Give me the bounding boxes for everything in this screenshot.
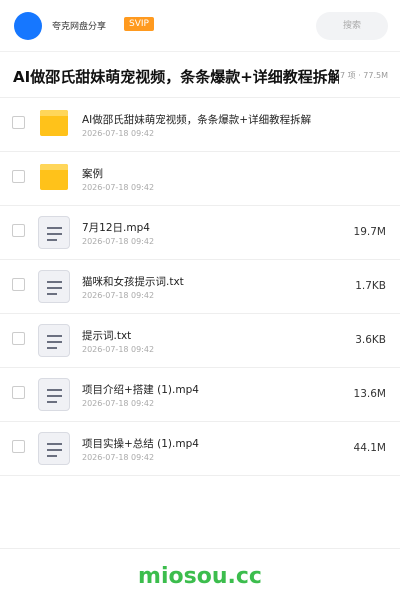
file-name: 猫咪和女孩提示词.txt (82, 276, 184, 288)
page-title: AI做邵氏甜妹萌宠视频，条条爆款+详细教程拆解 (13, 68, 339, 86)
file-date: 2026-07-18 09:42 (82, 291, 155, 300)
footer: miosou.cc (0, 548, 400, 600)
row-checkbox[interactable] (12, 332, 25, 345)
file-date: 2026-07-18 09:42 (82, 399, 155, 408)
row-checkbox[interactable] (12, 278, 25, 291)
document-icon (37, 324, 71, 358)
app-header: 夸克网盘分享 SVIP (0, 0, 400, 52)
file-size: 13.6M (353, 388, 386, 400)
file-date: 2026-07-18 09:42 (82, 129, 155, 138)
folder-icon (37, 162, 71, 196)
document-icon (37, 432, 71, 466)
list-item[interactable]: AI做邵氏甜妹萌宠视频，条条爆款+详细教程拆解 2026-07-18 09:42 (0, 98, 400, 152)
file-size: 3.6KB (355, 334, 386, 346)
row-checkbox[interactable] (12, 386, 25, 399)
list-item[interactable]: 项目介绍+搭建 (1).mp4 2026-07-18 09:42 13.6M (0, 368, 400, 422)
file-date: 2026-07-18 09:42 (82, 183, 155, 192)
list-item[interactable]: 项目实操+总结 (1).mp4 2026-07-18 09:42 44.1M (0, 422, 400, 476)
file-name: 提示词.txt (82, 330, 132, 342)
share-meta: 7 项 · 77.5M (340, 71, 388, 80)
row-checkbox[interactable] (12, 170, 25, 183)
file-size: 19.7M (353, 226, 386, 238)
title-bar: AI做邵氏甜妹萌宠视频，条条爆款+详细教程拆解 7 项 · 77.5M (0, 52, 400, 98)
document-icon (37, 216, 71, 250)
document-icon (37, 270, 71, 304)
document-icon (37, 378, 71, 412)
row-checkbox[interactable] (12, 116, 25, 129)
file-name: AI做邵氏甜妹萌宠视频，条条爆款+详细教程拆解 (82, 114, 312, 126)
file-list: AI做邵氏甜妹萌宠视频，条条爆款+详细教程拆解 2026-07-18 09:42… (0, 98, 400, 476)
file-name: 项目介绍+搭建 (1).mp4 (82, 384, 199, 396)
file-size: 1.7KB (355, 280, 386, 292)
list-item[interactable]: 案例 2026-07-18 09:42 (0, 152, 400, 206)
file-date: 2026-07-18 09:42 (82, 345, 155, 354)
svip-badge: SVIP (124, 17, 154, 31)
list-item[interactable]: 猫咪和女孩提示词.txt 2026-07-18 09:42 1.7KB (0, 260, 400, 314)
list-item[interactable]: 提示词.txt 2026-07-18 09:42 3.6KB (0, 314, 400, 368)
file-name: 案例 (82, 168, 103, 180)
site-watermark: miosou.cc (138, 564, 262, 589)
row-checkbox[interactable] (12, 440, 25, 453)
file-date: 2026-07-18 09:42 (82, 237, 155, 246)
row-checkbox[interactable] (12, 224, 25, 237)
folder-icon (37, 108, 71, 142)
file-name: 项目实操+总结 (1).mp4 (82, 438, 199, 450)
file-size: 44.1M (353, 442, 386, 454)
avatar[interactable] (14, 12, 42, 40)
file-name: 7月12日.mp4 (82, 222, 150, 234)
list-item[interactable]: 7月12日.mp4 2026-07-18 09:42 19.7M (0, 206, 400, 260)
file-date: 2026-07-18 09:42 (82, 453, 155, 462)
search-input[interactable] (316, 12, 388, 40)
sharer-name: 夸克网盘分享 (52, 22, 107, 32)
